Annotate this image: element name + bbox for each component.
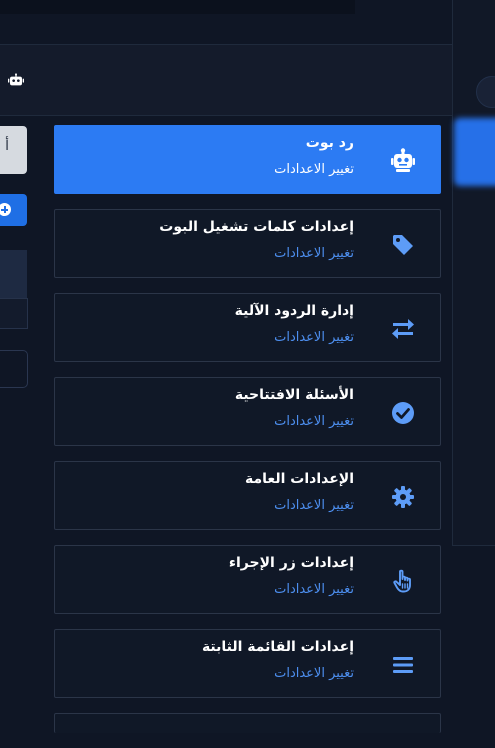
left-input[interactable] [0, 350, 28, 388]
setting-card-general-settings[interactable]: الإعدادات العامة تغيير الاعدادات [54, 461, 441, 530]
robot-icon [390, 148, 416, 174]
tag-icon [390, 232, 416, 258]
setting-title: الأسئلة الافتتاحية [234, 387, 354, 403]
top-strip [0, 0, 355, 14]
setting-card-action-button[interactable]: إعدادات زر الإجراء تغيير الاعدادات [54, 545, 441, 614]
setting-card-auto-replies[interactable]: إدارة الردود الآلية تغيير الاعدادات [54, 293, 441, 362]
menu-bars-icon [390, 652, 416, 678]
plus-circle-icon [0, 203, 11, 216]
robot-icon [8, 72, 24, 86]
setting-card-opening-questions[interactable]: الأسئلة الافتتاحية تغيير الاعدادات [54, 377, 441, 446]
setting-card-bot-reply[interactable]: رد بوت تغيير الاعدادات [54, 125, 441, 194]
setting-title: رد بوت [305, 135, 354, 151]
setting-card-partial[interactable] [54, 713, 441, 733]
right-panel-highlight [454, 118, 495, 186]
setting-title: إدارة الردود الآلية [234, 303, 354, 319]
setting-subtitle-link[interactable]: تغيير الاعدادات [274, 414, 354, 429]
setting-subtitle-link[interactable]: تغيير الاعدادات [274, 162, 354, 177]
left-add-button[interactable] [0, 194, 27, 226]
setting-subtitle-link[interactable]: تغيير الاعدادات [274, 330, 354, 345]
gear-icon [390, 484, 416, 510]
setting-subtitle-link[interactable]: تغيير الاعدادات [274, 246, 354, 261]
left-table-header [0, 250, 27, 298]
setting-title: إعدادات القائمة الثابتة [201, 639, 354, 655]
pointer-hand-icon [390, 568, 416, 594]
left-table-row [0, 298, 28, 329]
setting-subtitle-link[interactable]: تغيير الاعدادات [274, 582, 354, 597]
page-header: ر [0, 44, 452, 116]
setting-card-persistent-menu[interactable]: إعدادات القائمة الثابتة تغيير الاعدادات [54, 629, 441, 698]
left-grey-button-label: أ [5, 138, 9, 154]
left-grey-button[interactable]: أ [0, 126, 27, 174]
setting-title: إعدادات زر الإجراء [228, 555, 354, 571]
setting-card-bot-keywords[interactable]: إعدادات كلمات تشغيل البوت تغيير الاعدادا… [54, 209, 441, 278]
setting-subtitle-link[interactable]: تغيير الاعدادات [274, 666, 354, 681]
exchange-arrows-icon [390, 316, 416, 342]
settings-list: رد بوت تغيير الاعدادات إعدادات كلمات تشغ… [54, 125, 441, 748]
setting-title: الإعدادات العامة [245, 471, 354, 487]
check-circle-icon [390, 400, 416, 426]
setting-title: إعدادات كلمات تشغيل البوت [159, 219, 354, 235]
setting-subtitle-link[interactable]: تغيير الاعدادات [274, 498, 354, 513]
